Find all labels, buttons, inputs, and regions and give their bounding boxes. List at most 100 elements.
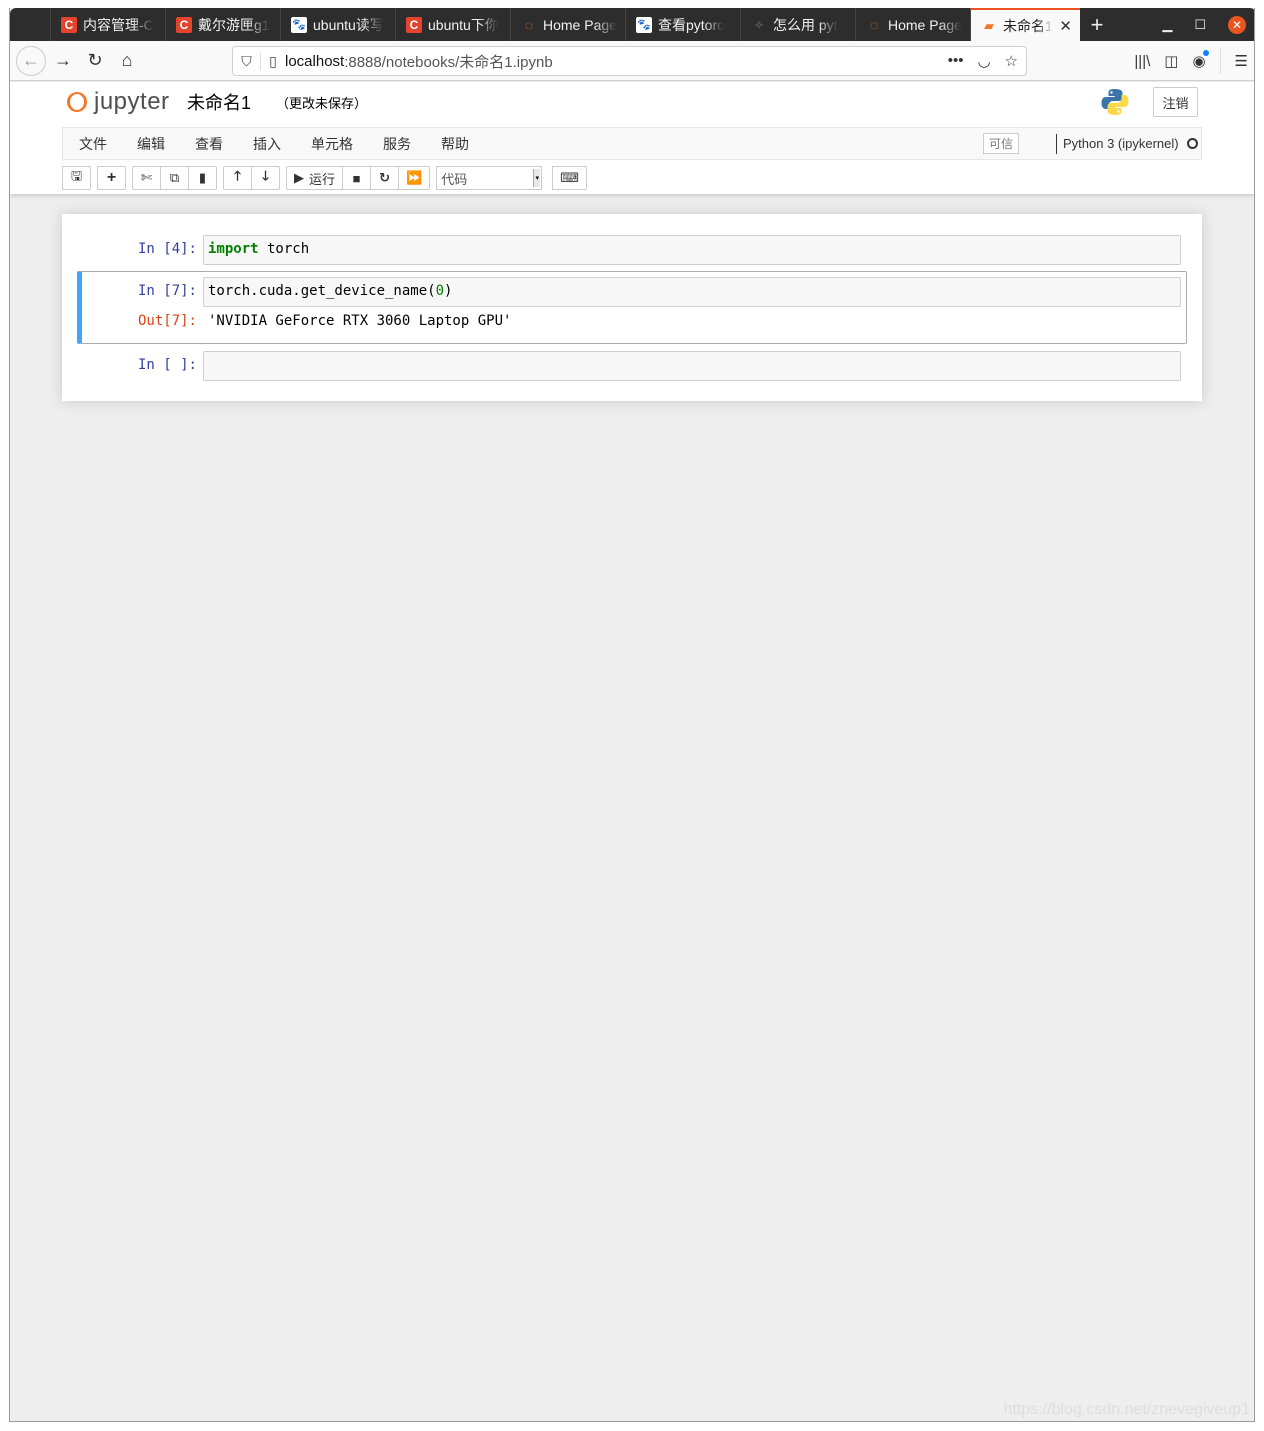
menu-help[interactable]: 帮助 — [425, 134, 483, 154]
forward-button[interactable]: → — [48, 46, 78, 76]
code-cell[interactable]: In [ ]: — [77, 349, 1187, 385]
browser-window: C 内容管理-C C 戴尔游匣g1 🐾 ubuntu读写 C ubuntu下你 … — [9, 8, 1255, 1422]
browser-tab[interactable]: C 戴尔游匣g1 — [165, 8, 280, 41]
browser-tab-active[interactable]: ▰ 未命名1 ✕ — [970, 8, 1080, 41]
code-editor[interactable]: torch.cuda.get_device_name(0) — [203, 277, 1181, 307]
plus-icon: + — [106, 169, 117, 186]
tab-label: 未命名1 — [1003, 17, 1053, 34]
tab-label: ubuntu下你 — [428, 16, 499, 33]
tab-label: Home Page — [543, 16, 617, 33]
move-down-button[interactable]: 🡓 — [251, 166, 280, 190]
window-close-icon[interactable]: ✕ — [1228, 15, 1246, 34]
home-button[interactable]: ⌂ — [112, 46, 142, 76]
cell-output: 'NVIDIA GeForce RTX 3060 Laptop GPU' — [208, 313, 512, 329]
tab-label: 戴尔游匣g1 — [198, 16, 270, 33]
browser-tab[interactable]: C ubuntu下你 — [395, 8, 510, 41]
restart-button[interactable]: ↻ — [370, 166, 400, 190]
copy-button[interactable]: ⧉ — [160, 166, 189, 190]
notebook-toolbar: 🖫 + ✄ ⧉ ▮ 🡑 🡓 ▶ 运行 ■ ↻ ⏩ 代码 ▾ ⌨ — [62, 165, 593, 191]
cell-type-select[interactable]: 代码 ▾ — [436, 166, 543, 190]
library-icon[interactable]: |||\ — [1134, 53, 1150, 70]
arrow-down-icon: 🡓 — [262, 168, 269, 183]
close-tab-icon[interactable]: ✕ — [1059, 17, 1072, 35]
pocket-icon[interactable]: ◡ — [977, 52, 990, 70]
menu-bar: 文件 编辑 查看 插入 单元格 服务 帮助 可信 Python 3 (ipyke… — [62, 127, 1202, 160]
insert-cell-button[interactable]: + — [97, 166, 126, 190]
watermark: https://blog.csdn.net/znevegiveup1 — [1003, 1401, 1250, 1418]
window-controls: ▁ ☐ ✕ — [1162, 8, 1254, 41]
code-keyword: import — [208, 241, 259, 257]
tab-label: 查看pytorc — [658, 16, 725, 33]
dropdown-arrow-icon: ▾ — [533, 169, 541, 187]
browser-tab[interactable]: 🐾 查看pytorc — [625, 8, 740, 41]
move-up-button[interactable]: 🡑 — [223, 166, 252, 190]
save-status: （更改未保存） — [276, 96, 368, 111]
browser-tab[interactable]: C 内容管理-C — [50, 8, 165, 41]
logout-button[interactable]: 注销 — [1153, 87, 1198, 117]
browser-tab[interactable]: ◌ Home Page — [510, 8, 625, 41]
save-button[interactable]: 🖫 — [62, 166, 91, 190]
browser-tab[interactable]: ◌ Home Page — [855, 8, 970, 41]
tab-bar: C 内容管理-C C 戴尔游匣g1 🐾 ubuntu读写 C ubuntu下你 … — [10, 8, 1254, 41]
run-label: 运行 — [309, 171, 336, 187]
code-number: 0 — [435, 283, 445, 299]
restart-icon: ↻ — [379, 170, 390, 185]
kernel-name[interactable]: Python 3 (ipykernel) — [1063, 136, 1179, 151]
menu-kernel[interactable]: 服务 — [367, 134, 425, 154]
maximize-icon[interactable]: ☐ — [1194, 17, 1206, 33]
stop-icon: ■ — [352, 170, 361, 186]
page-icon: ▯ — [269, 52, 277, 69]
menu-insert[interactable]: 插入 — [237, 134, 295, 154]
trusted-indicator[interactable]: 可信 — [983, 133, 1019, 154]
menu-edit[interactable]: 编辑 — [121, 134, 179, 154]
code-cell-selected[interactable]: In [7]: torch.cuda.get_device_name(0) Ou… — [77, 271, 1187, 344]
url-host: localhost — [285, 52, 345, 70]
arrow-left-icon: ← — [22, 50, 40, 70]
navigation-bar: ← → ↻ ⌂ ⛉ ▯ localhost :8888/notebooks/未命… — [10, 41, 1254, 81]
input-prompt: In [7]: — [137, 283, 197, 299]
scissors-icon: ✄ — [141, 170, 152, 185]
browser-tab[interactable]: ⟡ 怎么用 pyt — [740, 8, 855, 41]
hamburger-menu-icon[interactable]: ☰ — [1235, 52, 1248, 70]
cut-button[interactable]: ✄ — [132, 166, 161, 190]
reload-button[interactable]: ↻ — [80, 46, 110, 76]
menu-cell[interactable]: 单元格 — [295, 134, 367, 154]
code-editor[interactable] — [203, 351, 1181, 381]
tab-label: 内容管理-C — [83, 16, 154, 33]
more-actions-icon[interactable]: ••• — [948, 52, 964, 70]
code-text: ) — [444, 283, 453, 299]
account-icon[interactable]: ◉ — [1192, 50, 1209, 70]
notification-dot — [1202, 50, 1209, 56]
interrupt-button[interactable]: ■ — [342, 166, 372, 190]
menu-file[interactable]: 文件 — [63, 134, 121, 154]
url-bar[interactable]: ⛉ ▯ localhost :8888/notebooks/未命名1.ipynb… — [232, 46, 1027, 76]
url-path: :8888/notebooks/未命名1.ipynb — [344, 53, 553, 71]
sidebar-icon[interactable]: ◫ — [1164, 52, 1178, 70]
jupyter-logo[interactable]: jupyter — [66, 88, 170, 116]
jupyter-logo-text: jupyter — [94, 88, 170, 115]
back-button[interactable]: ← — [16, 45, 46, 76]
bookmark-star-icon[interactable]: ☆ — [1005, 52, 1018, 70]
minimize-icon[interactable]: ▁ — [1162, 17, 1172, 33]
kernel-idle-indicator-icon — [1187, 138, 1198, 149]
python-logo-icon — [1101, 89, 1129, 115]
baidu-icon: 🐾 — [291, 16, 307, 33]
generic-icon: ⟡ — [755, 17, 763, 31]
notebook-name[interactable]: 未命名1 — [187, 89, 251, 115]
new-tab-button[interactable]: + — [1080, 8, 1114, 41]
code-cell[interactable]: In [4]: import torch — [77, 234, 1187, 270]
input-prompt: In [4]: — [137, 241, 197, 257]
play-icon: ▶ — [294, 170, 304, 185]
code-editor[interactable]: import torch — [203, 235, 1181, 265]
command-palette-button[interactable]: ⌨ — [552, 166, 587, 190]
csdn-icon: C — [406, 16, 422, 33]
baidu-icon: 🐾 — [636, 16, 652, 33]
shield-icon[interactable]: ⛉ — [233, 52, 261, 70]
paste-icon: ▮ — [198, 170, 207, 185]
run-button[interactable]: ▶ 运行 — [286, 166, 344, 190]
input-prompt: In [ ]: — [137, 357, 197, 373]
restart-run-all-button[interactable]: ⏩ — [398, 166, 431, 190]
menu-view[interactable]: 查看 — [179, 134, 237, 154]
paste-button[interactable]: ▮ — [188, 166, 217, 190]
browser-tab[interactable]: 🐾 ubuntu读写 — [280, 8, 395, 41]
